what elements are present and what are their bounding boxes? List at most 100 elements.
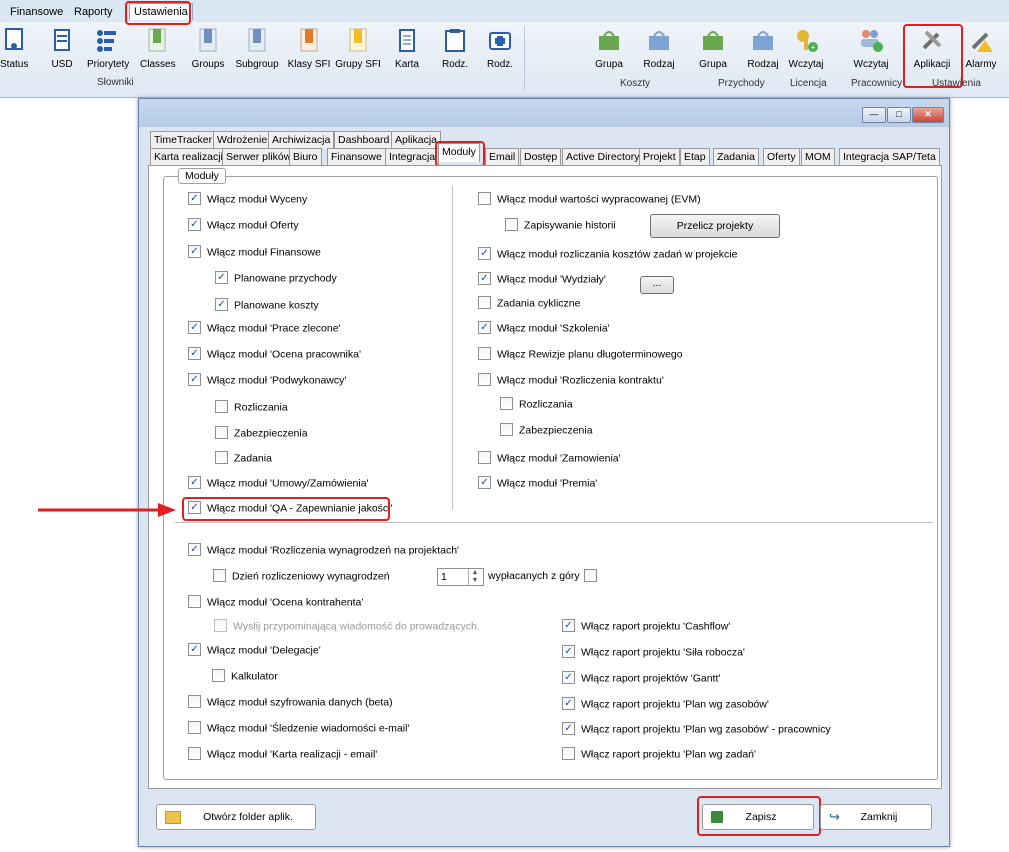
checkbox-wyceny[interactable]: ✓ Włącz moduł Wyceny [188, 192, 307, 207]
tab-dashboard[interactable]: Dashboard [334, 131, 394, 148]
wczytaj-pracownicy-button[interactable]: Wczytaj [848, 26, 894, 74]
checkbox-rewizje[interactable]: Włącz Rewizje planu długoterminowego [478, 347, 683, 362]
alarmy-button[interactable]: Alarmy [962, 26, 1000, 74]
tab-aplikacja[interactable]: Aplikacja [391, 131, 442, 148]
tab-oferty[interactable]: Oferty [763, 148, 800, 165]
alarmy-label: Alarmy [965, 59, 997, 70]
rodz-button-1[interactable]: Rodz. [440, 26, 470, 74]
day-value: 1 [441, 571, 447, 583]
classes-button[interactable]: Classes [140, 26, 176, 74]
checkbox-sledzenie-email[interactable]: Włącz moduł 'Śledzenie wiadomości e-mail… [188, 721, 409, 736]
checkbox-evm[interactable]: Włącz moduł wartości wypracowanej (EVM) [478, 192, 701, 207]
przelicz-projekty-button[interactable]: Przelicz projekty [650, 214, 780, 238]
checkbox-planowane-przychody[interactable]: ✓ Planowane przychody [215, 271, 337, 286]
ribbon: Finansowe Raporty Ustawienia Status USD … [0, 0, 1009, 98]
tab-wdrozenie[interactable]: Wdrożenie [213, 131, 272, 148]
checkbox-dzien-rozliczeniowy[interactable]: Dzień rozliczeniowy wynagrodzeń [213, 569, 390, 584]
checkbox-oferty[interactable]: ✓ Włącz moduł Oferty [188, 218, 299, 233]
subgroup-button[interactable]: Subgroup [234, 26, 280, 74]
checkbox-raport-plan-zasobow[interactable]: ✓ Włącz raport projektu 'Plan wg zasobów' [562, 697, 769, 712]
checkbox-wyplacanych[interactable] [584, 569, 603, 584]
checkbox-rozliczenia-wynagrodzen[interactable]: ✓ Włącz moduł 'Rozliczenia wynagrodzeń na… [188, 543, 459, 558]
check-icon: ✓ [188, 543, 201, 556]
checkbox-szkolenia[interactable]: ✓ Włącz moduł 'Szkolenia' [478, 321, 610, 336]
checkbox-planowane-koszty[interactable]: ✓ Planowane koszty [215, 298, 319, 313]
tab-finansowe[interactable]: Finansowe [6, 4, 67, 20]
checkbox-karta-realizacji-email[interactable]: Włącz moduł 'Karta realizacji - email' [188, 747, 377, 762]
klasy-sfi-button[interactable]: Klasy SFI [286, 26, 332, 74]
groups-button[interactable]: Groups [190, 26, 226, 74]
checkbox-raport-plan-zasobow-pracownicy[interactable]: ✓ Włącz raport projektu 'Plan wg zasobów'… [562, 722, 831, 737]
tab-archiwizacja[interactable]: Archiwizacja [268, 131, 335, 148]
checkbox-label: Włącz raport projektu 'Plan wg zasobów' [581, 698, 769, 711]
checkbox-prace-zlecone[interactable]: ✓ Włącz moduł 'Prace zlecone' [188, 321, 341, 336]
tab-raporty[interactable]: Raporty [70, 4, 117, 20]
checkbox-umowy[interactable]: ✓ Włącz moduł 'Umowy/Zamówienia' [188, 476, 369, 491]
priorytety-button[interactable]: Priorytety [87, 26, 129, 74]
checkbox-finansowe[interactable]: ✓ Włącz moduł Finansowe [188, 245, 321, 260]
checkbox-podwykonawcy[interactable]: ✓ Włącz moduł 'Podwykonawcy' [188, 373, 346, 388]
tab-email[interactable]: Email [485, 148, 520, 165]
tab-finansowe-settings[interactable]: Finansowe [327, 148, 386, 165]
maximize-button[interactable]: □ [887, 107, 911, 123]
tab-biuro[interactable]: Biuro [289, 148, 322, 165]
checkbox-szyfrowanie[interactable]: Włącz moduł szyfrowania danych (beta) [188, 695, 393, 710]
tab-integracja[interactable]: Integracja [385, 148, 440, 165]
tab-etap[interactable]: Etap [680, 148, 710, 165]
tab-mom[interactable]: MOM [801, 148, 835, 165]
open-folder-button[interactable]: Otwórz folder aplik. [156, 804, 316, 830]
rodzaj-przychody-button[interactable]: Rodzaj [746, 26, 780, 74]
rodzaj-koszty-button[interactable]: Rodzaj [642, 26, 676, 74]
status-button[interactable]: Status [0, 26, 28, 74]
checkbox-kalkulator[interactable]: Kalkulator [212, 669, 278, 684]
checkbox-zadania-left[interactable]: Zadania [215, 451, 272, 466]
rodz-button-2[interactable]: Rodz. [485, 26, 515, 74]
tab-projekt[interactable]: Projekt [639, 148, 680, 165]
checkbox-zamowienia[interactable]: Włącz moduł 'Zamowienia' [478, 451, 621, 466]
tab-integracja-sap[interactable]: Integracja SAP/Teta [839, 148, 940, 165]
checkbox-rozliczania-right[interactable]: Rozliczania [500, 397, 573, 412]
checkbox-raport-cashflow[interactable]: ✓ Włącz raport projektu 'Cashflow' [562, 619, 730, 634]
day-stepper[interactable]: 1 ▲ ▼ [437, 568, 484, 586]
karta-button[interactable]: Karta [392, 26, 422, 74]
grupa-koszty-button[interactable]: Grupa [594, 26, 624, 74]
checkbox-rozliczania-left[interactable]: Rozliczania [215, 400, 288, 415]
checkbox-ocena-pracownika[interactable]: ✓ Włącz moduł 'Ocena pracownika' [188, 347, 361, 362]
checkbox-zadania-cykliczne[interactable]: Zadania cykliczne [478, 296, 580, 311]
ribbon-separator [524, 26, 525, 90]
grupa-przychody-button[interactable]: Grupa [698, 26, 728, 74]
checkbox-raport-sila-robocza[interactable]: ✓ Włącz raport projektu 'Siła robocza' [562, 645, 745, 660]
checkbox-zabezpieczenia-left[interactable]: Zabezpieczenia [215, 426, 308, 441]
tab-serwer-plikow[interactable]: Serwer plików [222, 148, 296, 165]
wczytaj-licencja-label-2: Licencja [790, 78, 827, 89]
shopping-bag-blue-icon [649, 31, 669, 50]
wydzialy-more-button[interactable]: ... [640, 276, 674, 294]
checkbox-wydzialy[interactable]: ✓ Włącz moduł 'Wydziały' [478, 272, 606, 287]
checkbox-ocena-kontrahenta[interactable]: Włącz moduł 'Ocena kontrahenta' [188, 595, 363, 610]
checkbox-zapisywanie-historii[interactable]: Zapisywanie historii [505, 218, 616, 233]
close-button[interactable]: ↪ Zamknij [820, 804, 932, 830]
checkbox-raport-gantt[interactable]: ✓ Włącz raport projektów 'Gantt' [562, 671, 720, 686]
tab-dostep[interactable]: Dostęp [520, 148, 562, 165]
checkbox-rozliczania-kosztow[interactable]: ✓ Włącz moduł rozliczania kosztów zadań w… [478, 247, 737, 262]
tab-karta-realizacji[interactable]: Karta realizacji [150, 148, 227, 165]
checkbox-premia[interactable]: ✓ Włącz moduł 'Premia' [478, 476, 597, 491]
wczytaj-licencja-button[interactable]: + Wczytaj [788, 26, 824, 74]
close-window-button[interactable]: ✕ [912, 107, 944, 123]
checkbox-delegacje[interactable]: ✓ Włącz moduł 'Delegacje' [188, 643, 321, 658]
wczytaj-licencja-label-1: Wczytaj [788, 59, 824, 70]
tab-timetracker[interactable]: TimeTracker [150, 131, 217, 148]
usd-button[interactable]: USD [48, 26, 76, 74]
tab-zadania[interactable]: Zadania [713, 148, 759, 165]
grupy-sfi-button[interactable]: Grupy SFI [334, 26, 382, 74]
checkbox-label: Włącz moduł Oferty [207, 219, 299, 232]
checkbox-zabezpieczenia-right[interactable]: Zabezpieczenia [500, 423, 593, 438]
checkbox-label: Włącz Rewizje planu długoterminowego [497, 348, 683, 361]
bookmark-yellow-icon [349, 28, 367, 52]
check-icon: ✓ [478, 476, 491, 489]
checkbox-raport-plan-zadan[interactable]: Włącz raport projektu 'Plan wg zadań' [562, 747, 756, 762]
minimize-button[interactable]: — [862, 107, 886, 123]
checkbox-rozliczenia-kontraktu[interactable]: Włącz moduł 'Rozliczenia kontraktu' [478, 373, 664, 388]
stepper-arrows-icon[interactable]: ▲ ▼ [468, 569, 481, 585]
tab-active-directory[interactable]: Active Directory [562, 148, 644, 165]
